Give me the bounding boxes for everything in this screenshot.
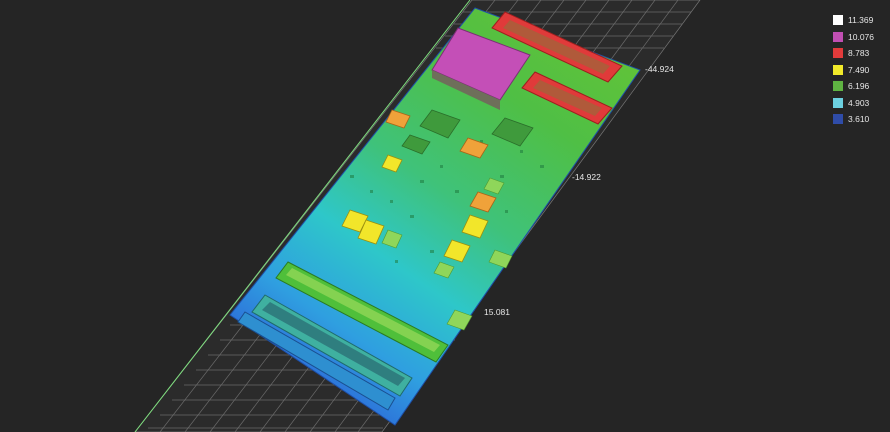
color-scale-legend: 11.369 10.076 8.783 7.490 6.196 4.903 3.610 [833, 12, 887, 128]
legend-value: 3.610 [848, 114, 870, 125]
legend-color-swatch [833, 48, 843, 59]
legend-value: 8.783 [848, 48, 870, 59]
legend-value: 7.490 [848, 64, 870, 75]
axis-label: 15.081 [484, 307, 510, 317]
legend-value: 6.196 [848, 81, 870, 92]
legend-item: 8.783 [833, 45, 887, 62]
legend-color-swatch [833, 97, 843, 108]
legend-color-swatch [833, 81, 843, 92]
legend-item: 10.076 [833, 29, 887, 46]
3d-viewport[interactable] [0, 0, 890, 432]
legend-item: 11.369 [833, 12, 887, 29]
legend-color-swatch [833, 64, 843, 75]
legend-item: 4.903 [833, 95, 887, 112]
legend-color-swatch [833, 15, 843, 26]
axis-label: -14.922 [572, 172, 601, 182]
legend-item: 3.610 [833, 111, 887, 128]
legend-value: 11.369 [848, 15, 874, 26]
legend-color-swatch [833, 31, 843, 42]
legend-item: 6.196 [833, 78, 887, 95]
legend-color-swatch [833, 114, 843, 125]
legend-value: 10.076 [848, 31, 874, 42]
axis-label: -44.924 [645, 64, 674, 74]
legend-item: 7.490 [833, 62, 887, 79]
legend-value: 4.903 [848, 97, 870, 108]
